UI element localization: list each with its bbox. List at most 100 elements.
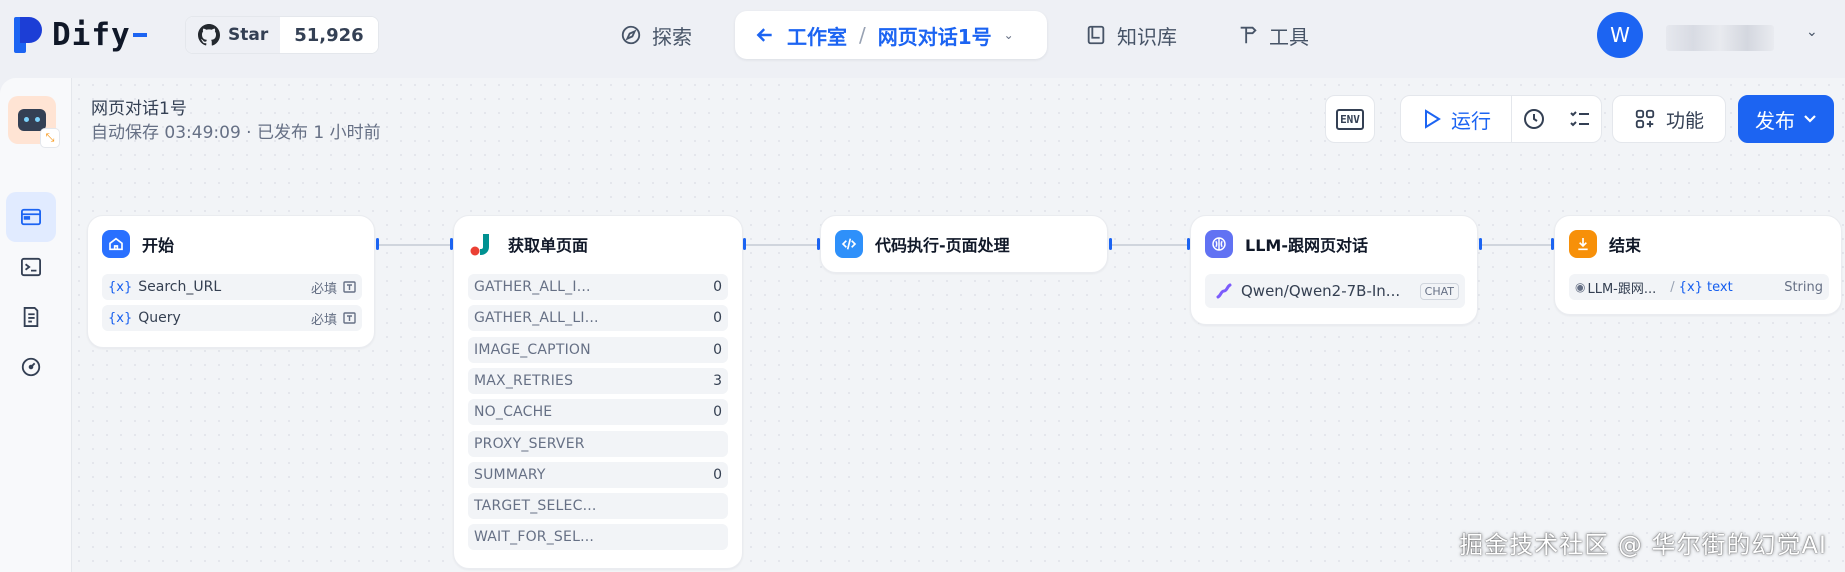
path-separator: / bbox=[1670, 279, 1675, 295]
fetch-param-row: GATHER_ALL_I... 0 bbox=[468, 274, 728, 300]
node-fetch-page[interactable]: 获取单页面 GATHER_ALL_I... 0 GATHER_ALL_LI... 0 I… bbox=[453, 215, 743, 569]
end-flag-icon bbox=[1569, 230, 1597, 258]
env-button[interactable]: ENV bbox=[1325, 95, 1375, 143]
nav-tools-label: 工具 bbox=[1269, 24, 1309, 49]
node-end-title: 结束 bbox=[1609, 236, 1642, 255]
brand-underscore bbox=[132, 33, 147, 37]
fetch-param-row: PROXY_SERVER bbox=[468, 430, 728, 457]
publish-button[interactable]: 发布 bbox=[1738, 95, 1834, 143]
param-name: TARGET_SELEC... bbox=[474, 498, 597, 515]
param-name: SUMMARY bbox=[474, 466, 546, 483]
node-end[interactable]: 结束 ◉ LLM-跟网... / {x} text String bbox=[1554, 215, 1842, 315]
fetch-param-row: NO_CACHE 0 bbox=[468, 399, 728, 426]
arrow-left-icon[interactable] bbox=[755, 25, 775, 45]
publish-label: 发布 bbox=[1755, 108, 1795, 133]
github-star-button[interactable]: Star bbox=[186, 17, 281, 53]
output-var: {x} text bbox=[1678, 279, 1733, 295]
param-value: 0 bbox=[713, 279, 722, 295]
fetch-output-port[interactable] bbox=[743, 238, 746, 250]
github-icon bbox=[198, 24, 220, 46]
llm-brain-icon bbox=[1205, 230, 1233, 258]
edge-llm-end bbox=[1480, 244, 1554, 246]
node-llm-title: LLM-跟网页对话 bbox=[1245, 236, 1368, 255]
checklist-icon[interactable] bbox=[1568, 107, 1592, 131]
history-icon[interactable] bbox=[1522, 107, 1546, 131]
app-title: 网页对话1号 bbox=[91, 99, 187, 119]
code-output-port[interactable] bbox=[1109, 238, 1112, 250]
start-output-port[interactable] bbox=[376, 238, 379, 250]
param-value: 0 bbox=[713, 310, 722, 327]
github-star-count: 51,926 bbox=[280, 17, 378, 53]
node-header: 结束 bbox=[1569, 230, 1641, 258]
jina-logo-icon bbox=[468, 230, 496, 258]
features-button[interactable]: 功能 bbox=[1612, 95, 1726, 143]
github-star-label: Star bbox=[228, 25, 269, 45]
sidebar-item-logs[interactable] bbox=[6, 292, 56, 342]
chevron-down-icon[interactable]: ⌄ bbox=[1004, 28, 1014, 42]
var-name: Query bbox=[138, 310, 181, 326]
nav-knowledge[interactable]: 知识库 bbox=[1085, 18, 1177, 52]
node-start-title: 开始 bbox=[142, 236, 175, 255]
variable-icon: {x} bbox=[108, 310, 133, 326]
dify-logo[interactable]: Dify bbox=[14, 14, 147, 56]
start-var-row: {x} Query 必填 bbox=[102, 305, 362, 331]
github-star-widget[interactable]: Star 51,926 bbox=[185, 16, 379, 54]
node-start[interactable]: 开始 {x} Search_URL 必填 {x} Query 必填 bbox=[87, 215, 375, 348]
variable-icon: {x} bbox=[108, 279, 133, 295]
nav-explore-label: 探索 bbox=[652, 24, 692, 49]
edge-start-fetch bbox=[378, 244, 450, 246]
node-llm[interactable]: LLM-跟网页对话 Qwen/Qwen2-7B-In... CHAT bbox=[1190, 215, 1478, 325]
home-icon bbox=[102, 230, 130, 258]
breadcrumb-current-app[interactable]: 网页对话1号 bbox=[878, 21, 992, 50]
var-name: Search_URL bbox=[138, 279, 222, 295]
sidebar-item-api[interactable] bbox=[6, 242, 56, 292]
dify-logo-mark bbox=[14, 15, 42, 55]
nav-explore[interactable]: 探索 bbox=[620, 18, 692, 52]
fetch-param-row: IMAGE_CAPTION 0 bbox=[468, 336, 728, 363]
param-name: IMAGE_CAPTION bbox=[474, 341, 591, 358]
autosave-status: 自动保存 03:49:09 · 已发布 1 小时前 bbox=[91, 123, 381, 143]
env-icon: ENV bbox=[1336, 108, 1364, 130]
param-name: GATHER_ALL_I... bbox=[474, 279, 591, 295]
chevron-down-icon[interactable]: ⌄ bbox=[1806, 24, 1818, 40]
workflow-badge-icon: ⤡ bbox=[40, 128, 60, 148]
param-name: MAX_RETRIES bbox=[474, 372, 574, 389]
redacted-username bbox=[1666, 25, 1774, 51]
input-type-icon bbox=[343, 312, 356, 324]
sidebar-item-monitoring[interactable] bbox=[6, 342, 56, 392]
node-code[interactable]: 代码执行-页面处理 bbox=[820, 215, 1108, 273]
watermark: 掘金技术社区 @ 华尔街的幻觉AI bbox=[1459, 531, 1827, 559]
node-code-title: 代码执行-页面处理 bbox=[875, 236, 1010, 255]
node-header: 开始 bbox=[102, 230, 174, 258]
output-source: LLM-跟网... bbox=[1587, 281, 1657, 297]
output-type: String bbox=[1784, 279, 1823, 295]
fetch-param-row: MAX_RETRIES 3 bbox=[468, 367, 728, 394]
node-header: LLM-跟网页对话 bbox=[1205, 230, 1368, 258]
required-tag: 必填 bbox=[311, 278, 356, 297]
terminal-icon bbox=[21, 257, 41, 277]
llm-output-port[interactable] bbox=[1479, 238, 1482, 250]
param-name: NO_CACHE bbox=[474, 404, 553, 421]
param-name: PROXY_SERVER bbox=[474, 435, 585, 452]
param-value: 3 bbox=[713, 372, 722, 389]
app-avatar[interactable]: ⤡ bbox=[8, 96, 60, 148]
left-sidebar: ⤡ bbox=[0, 78, 72, 572]
chevron-down-icon bbox=[1804, 115, 1816, 123]
run-button[interactable]: 运行 bbox=[1451, 105, 1491, 134]
user-avatar[interactable]: W bbox=[1597, 12, 1643, 58]
nav-tools[interactable]: 工具 bbox=[1237, 18, 1309, 52]
dashboard-gauge-icon bbox=[21, 357, 41, 377]
edge-code-llm bbox=[1111, 244, 1191, 246]
top-nav: Dify Star 51,926 探索 工作室 / 网页对话1号 ⌄ 知识库 工… bbox=[0, 0, 1845, 70]
breadcrumb-studio[interactable]: 工作室 bbox=[787, 21, 847, 50]
breadcrumb: 工作室 / 网页对话1号 ⌄ bbox=[735, 11, 1047, 59]
llm-model-row: Qwen/Qwen2-7B-In... CHAT bbox=[1205, 274, 1465, 308]
input-type-icon bbox=[343, 281, 356, 293]
model-provider-icon bbox=[1216, 283, 1232, 299]
param-value: 0 bbox=[713, 341, 722, 358]
toolbar-divider bbox=[1511, 95, 1512, 143]
node-header: 获取单页面 bbox=[468, 230, 588, 258]
sidebar-item-orchestrate[interactable] bbox=[6, 192, 56, 242]
fetch-param-row: GATHER_ALL_LI... 0 bbox=[468, 305, 728, 332]
compass-icon bbox=[621, 25, 641, 45]
